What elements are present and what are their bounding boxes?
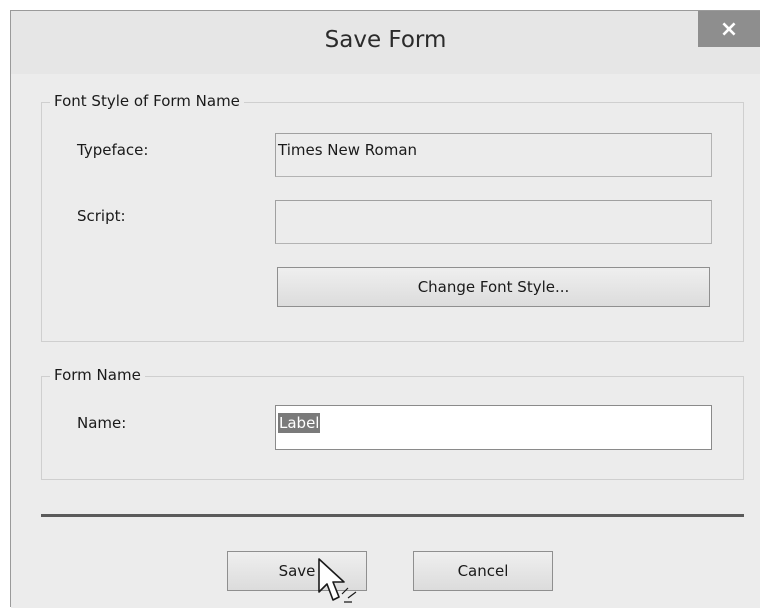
- close-button[interactable]: ×: [698, 11, 760, 47]
- typeface-field: Times New Roman: [275, 133, 712, 177]
- typeface-label: Typeface:: [77, 141, 149, 159]
- script-field: [275, 200, 712, 244]
- cancel-button[interactable]: Cancel: [413, 551, 553, 591]
- close-icon: ×: [719, 16, 739, 42]
- change-font-style-button[interactable]: Change Font Style...: [277, 267, 710, 307]
- dialog-content: Font Style of Form Name Typeface: Times …: [11, 74, 760, 608]
- dialog-title: Save Form: [324, 27, 447, 53]
- font-style-group-legend: Font Style of Form Name: [50, 92, 244, 110]
- typeface-value: Times New Roman: [278, 141, 418, 159]
- name-input[interactable]: Label: [275, 405, 712, 450]
- font-style-group: Font Style of Form Name Typeface: Times …: [41, 92, 744, 342]
- form-name-group: Form Name Name: Label: [41, 366, 744, 480]
- name-label: Name:: [77, 414, 127, 432]
- save-form-dialog: Save Form × Font Style of Form Name Type…: [10, 10, 760, 608]
- form-name-group-legend: Form Name: [50, 366, 145, 384]
- mouse-cursor-icon: [318, 558, 357, 603]
- title-bar: Save Form ×: [11, 11, 760, 74]
- separator-line: [41, 514, 744, 517]
- name-input-value: Label: [278, 413, 321, 433]
- script-label: Script:: [77, 207, 126, 225]
